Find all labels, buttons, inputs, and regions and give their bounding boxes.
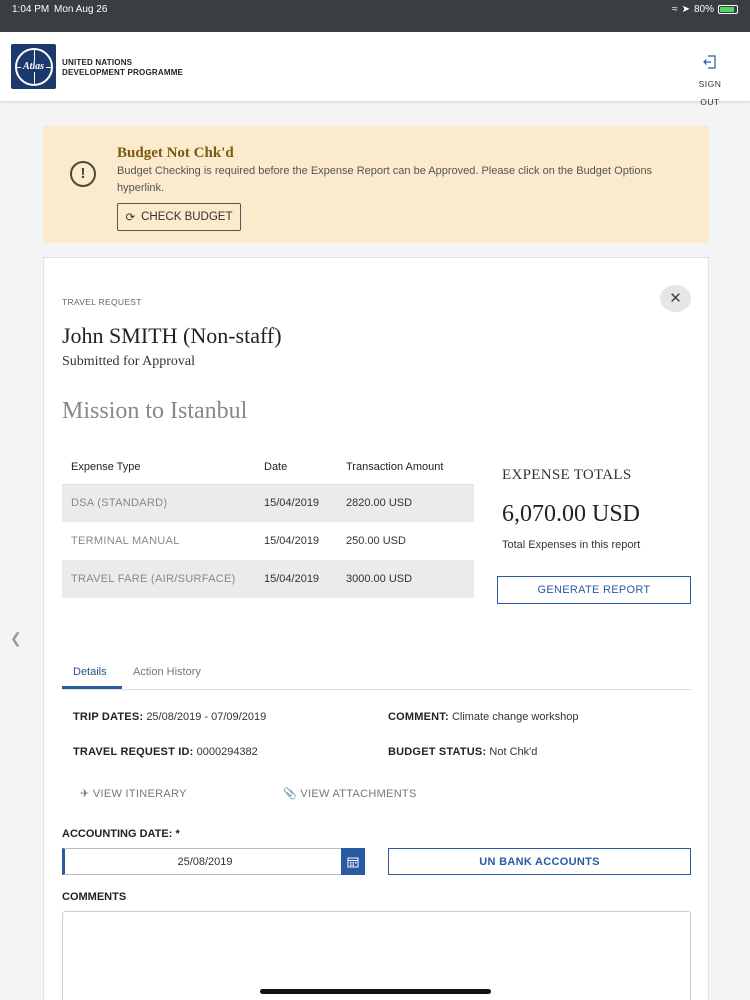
- trip-dates-value: 25/08/2019 - 07/09/2019: [146, 711, 267, 723]
- budget-status-value: Not Chk'd: [489, 746, 538, 758]
- calendar-button[interactable]: [341, 848, 365, 875]
- alert-title: Budget Not Chk'd: [117, 145, 234, 161]
- status-indicators: ≈ ➤ 80%: [672, 4, 738, 15]
- battery-icon: [718, 5, 738, 14]
- comment-field: COMMENT: Climate change workshop: [388, 711, 579, 723]
- section-label: TRAVEL REQUEST: [62, 297, 142, 307]
- trip-dates-field: TRIP DATES: 25/08/2019 - 07/09/2019: [73, 711, 266, 723]
- wifi-icon: ≈: [672, 4, 678, 15]
- org-line-2: DEVELOPMENT PROGRAMME: [62, 67, 184, 77]
- mission-title: Mission to Istanbul: [62, 398, 248, 424]
- expense-totals-amount: 6,070.00 USD: [502, 501, 641, 527]
- generate-report-button[interactable]: GENERATE REPORT: [497, 576, 691, 604]
- expense-type: TRAVEL FARE (AIR/SURFACE): [62, 560, 255, 598]
- travel-request-id-label: TRAVEL REQUEST ID:: [73, 746, 194, 758]
- column-header: Date: [255, 451, 337, 485]
- close-button[interactable]: ✕: [660, 285, 691, 312]
- globe-icon: Atlas: [14, 47, 53, 86]
- active-tab-indicator: [62, 686, 122, 689]
- view-itinerary-link[interactable]: ✈ VIEW ITINERARY: [80, 787, 187, 800]
- budget-alert: ! Budget Not Chk'd Budget Checking is re…: [43, 126, 709, 243]
- logo-text: Atlas: [20, 61, 47, 72]
- sign-out-icon: [703, 55, 716, 69]
- check-budget-label: CHECK BUDGET: [141, 211, 233, 223]
- home-indicator[interactable]: [260, 989, 491, 994]
- sign-out-button[interactable]: SIGN OUT: [688, 54, 732, 110]
- expense-amount: 2820.00 USD: [337, 484, 474, 522]
- calendar-icon: [347, 857, 359, 867]
- app-header: Atlas UNITED NATIONS DEVELOPMENT PROGRAM…: [0, 32, 750, 107]
- comments-textarea[interactable]: [62, 911, 691, 1000]
- battery-percent: 80%: [693, 4, 714, 15]
- travel-request-card: ✕ TRAVEL REQUEST John SMITH (Non-staff) …: [43, 257, 709, 1000]
- location-icon: ➤: [681, 4, 690, 15]
- paperclip-icon: 📎: [283, 788, 297, 800]
- comment-value: Climate change workshop: [451, 711, 579, 723]
- accounting-date-label: ACCOUNTING DATE: *: [62, 828, 180, 840]
- expense-table: Expense Type Date Transaction Amount DSA…: [62, 451, 474, 598]
- column-header: Transaction Amount: [337, 451, 474, 485]
- travel-request-id-value: 0000294382: [196, 746, 258, 758]
- expense-date: 15/04/2019: [264, 535, 320, 547]
- comments-label: COMMENTS: [62, 891, 127, 903]
- view-attachments-label: VIEW ATTACHMENTS: [300, 788, 417, 800]
- request-status: Submitted for Approval: [62, 354, 195, 369]
- expense-type: TERMINAL MANUAL: [71, 535, 180, 547]
- table-row[interactable]: DSA (STANDARD) 15/04/2019 2820.00 USD: [62, 484, 474, 522]
- airplane-icon: ✈: [80, 788, 90, 800]
- org-line-1: UNITED NATIONS: [62, 58, 133, 67]
- column-header: Expense Type: [62, 451, 255, 485]
- tab-details[interactable]: Details: [73, 666, 107, 678]
- close-icon: ✕: [669, 290, 682, 307]
- refresh-icon: ⟳: [125, 212, 136, 224]
- un-bank-accounts-button[interactable]: UN BANK ACCOUNTS: [388, 848, 691, 875]
- budget-status-label: BUDGET STATUS:: [388, 746, 487, 758]
- expense-amount: 250.00 USD: [346, 535, 406, 547]
- expense-date: 15/04/2019: [255, 484, 337, 522]
- expense-totals-title: EXPENSE TOTALS: [502, 467, 632, 483]
- expense-type: DSA (STANDARD): [62, 484, 255, 522]
- exclamation-circle-icon: !: [70, 161, 96, 187]
- expense-amount: 3000.00 USD: [337, 560, 474, 598]
- status-time: 1:04 PM: [12, 4, 50, 15]
- travel-request-id-field: TRAVEL REQUEST ID: 0000294382: [73, 746, 258, 758]
- detail-tabs: Details Action History: [62, 658, 691, 690]
- view-itinerary-label: VIEW ITINERARY: [92, 788, 187, 800]
- expense-date: 15/04/2019: [255, 560, 337, 598]
- status-bar: 1:04 PM Mon Aug 26 ≈ ➤ 80%: [0, 0, 750, 32]
- trip-dates-label: TRIP DATES:: [73, 711, 144, 723]
- traveler-name: John SMITH (Non-staff): [62, 323, 282, 348]
- tab-action-history[interactable]: Action History: [133, 666, 201, 678]
- accounting-date-value: 25/08/2019: [177, 856, 233, 868]
- expense-totals-subtitle: Total Expenses in this report: [502, 539, 641, 551]
- accounting-date-field[interactable]: 25/08/2019: [62, 848, 365, 875]
- alert-message: Budget Checking is required before the E…: [117, 165, 653, 194]
- sign-out-label: SIGN OUT: [698, 79, 722, 107]
- table-row[interactable]: TRAVEL FARE (AIR/SURFACE) 15/04/2019 300…: [62, 560, 474, 598]
- table-header-row: Expense Type Date Transaction Amount: [62, 451, 474, 485]
- status-date: Mon Aug 26: [54, 4, 108, 15]
- organization-name: UNITED NATIONS DEVELOPMENT PROGRAMME: [62, 58, 183, 77]
- atlas-logo: Atlas: [11, 44, 56, 89]
- table-row[interactable]: TERMINAL MANUAL 15/04/2019 250.00 USD: [62, 522, 474, 560]
- view-attachments-link[interactable]: 📎 VIEW ATTACHMENTS: [283, 787, 417, 800]
- comment-label: COMMENT:: [388, 711, 449, 723]
- budget-status-field: BUDGET STATUS: Not Chk'd: [388, 746, 537, 758]
- chevron-left-icon[interactable]: ❮: [10, 630, 22, 647]
- check-budget-button[interactable]: ⟳ CHECK BUDGET: [117, 203, 241, 231]
